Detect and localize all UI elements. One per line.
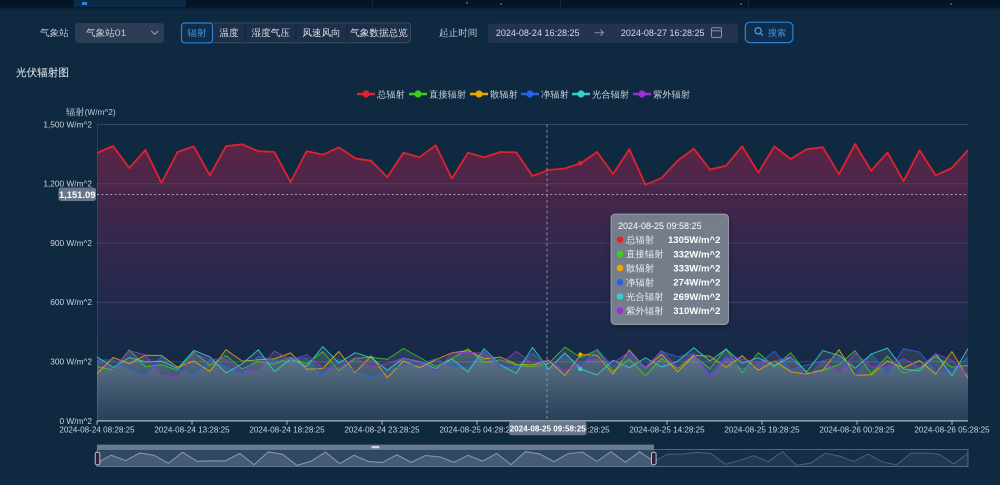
svg-text:0 W/m^2: 0 W/m^2 — [60, 416, 93, 426]
svg-text:2024-08-26 05:28:25: 2024-08-26 05:28:25 — [914, 426, 990, 435]
svg-text:2024-08-25 19:28:25: 2024-08-25 19:28:25 — [724, 426, 800, 435]
svg-text:2024-08-24 13:28:25: 2024-08-24 13:28:25 — [154, 426, 230, 435]
svg-text:310W/m^2: 310W/m^2 — [673, 306, 720, 317]
svg-text:900 W/m^2: 900 W/m^2 — [50, 238, 92, 248]
svg-text:269W/m^2: 269W/m^2 — [673, 292, 720, 303]
svg-text:2024-08-26 00:28:25: 2024-08-26 00:28:25 — [819, 426, 895, 435]
svg-text:1,500 W/m^2: 1,500 W/m^2 — [43, 119, 92, 129]
svg-text:600 W/m^2: 600 W/m^2 — [50, 297, 92, 307]
svg-text:332W/m^2: 332W/m^2 — [673, 249, 720, 260]
svg-text:2024-08-25 09:58:25: 2024-08-25 09:58:25 — [510, 424, 587, 433]
svg-text:1305W/m^2: 1305W/m^2 — [668, 235, 721, 246]
svg-text:2024-08-24 16:28:25: 2024-08-24 16:28:25 — [496, 28, 580, 38]
svg-text:1,200 W/m^2: 1,200 W/m^2 — [43, 179, 92, 189]
svg-text:2024-08-25 14:28:25: 2024-08-25 14:28:25 — [629, 426, 705, 435]
svg-text:274W/m^2: 274W/m^2 — [673, 278, 720, 289]
svg-text:2024-08-24 23:28:25: 2024-08-24 23:28:25 — [344, 426, 420, 435]
svg-text:333W/m^2: 333W/m^2 — [673, 264, 720, 275]
svg-text:2024-08-27 16:28:25: 2024-08-27 16:28:25 — [621, 28, 705, 38]
svg-text:2024-08-25 09:58:25: 2024-08-25 09:58:25 — [618, 221, 702, 231]
svg-text:300 W/m^2: 300 W/m^2 — [50, 357, 92, 367]
svg-text:2024-08-24 08:28:25: 2024-08-24 08:28:25 — [59, 426, 135, 435]
svg-text:2024-08-24 18:28:25: 2024-08-24 18:28:25 — [249, 426, 325, 435]
svg-text:2024-08-25 04:28:25: 2024-08-25 04:28:25 — [439, 426, 515, 435]
svg-text:1,151.09: 1,151.09 — [59, 189, 96, 200]
svg-text:(W/m^2): (W/m^2) — [85, 107, 116, 117]
